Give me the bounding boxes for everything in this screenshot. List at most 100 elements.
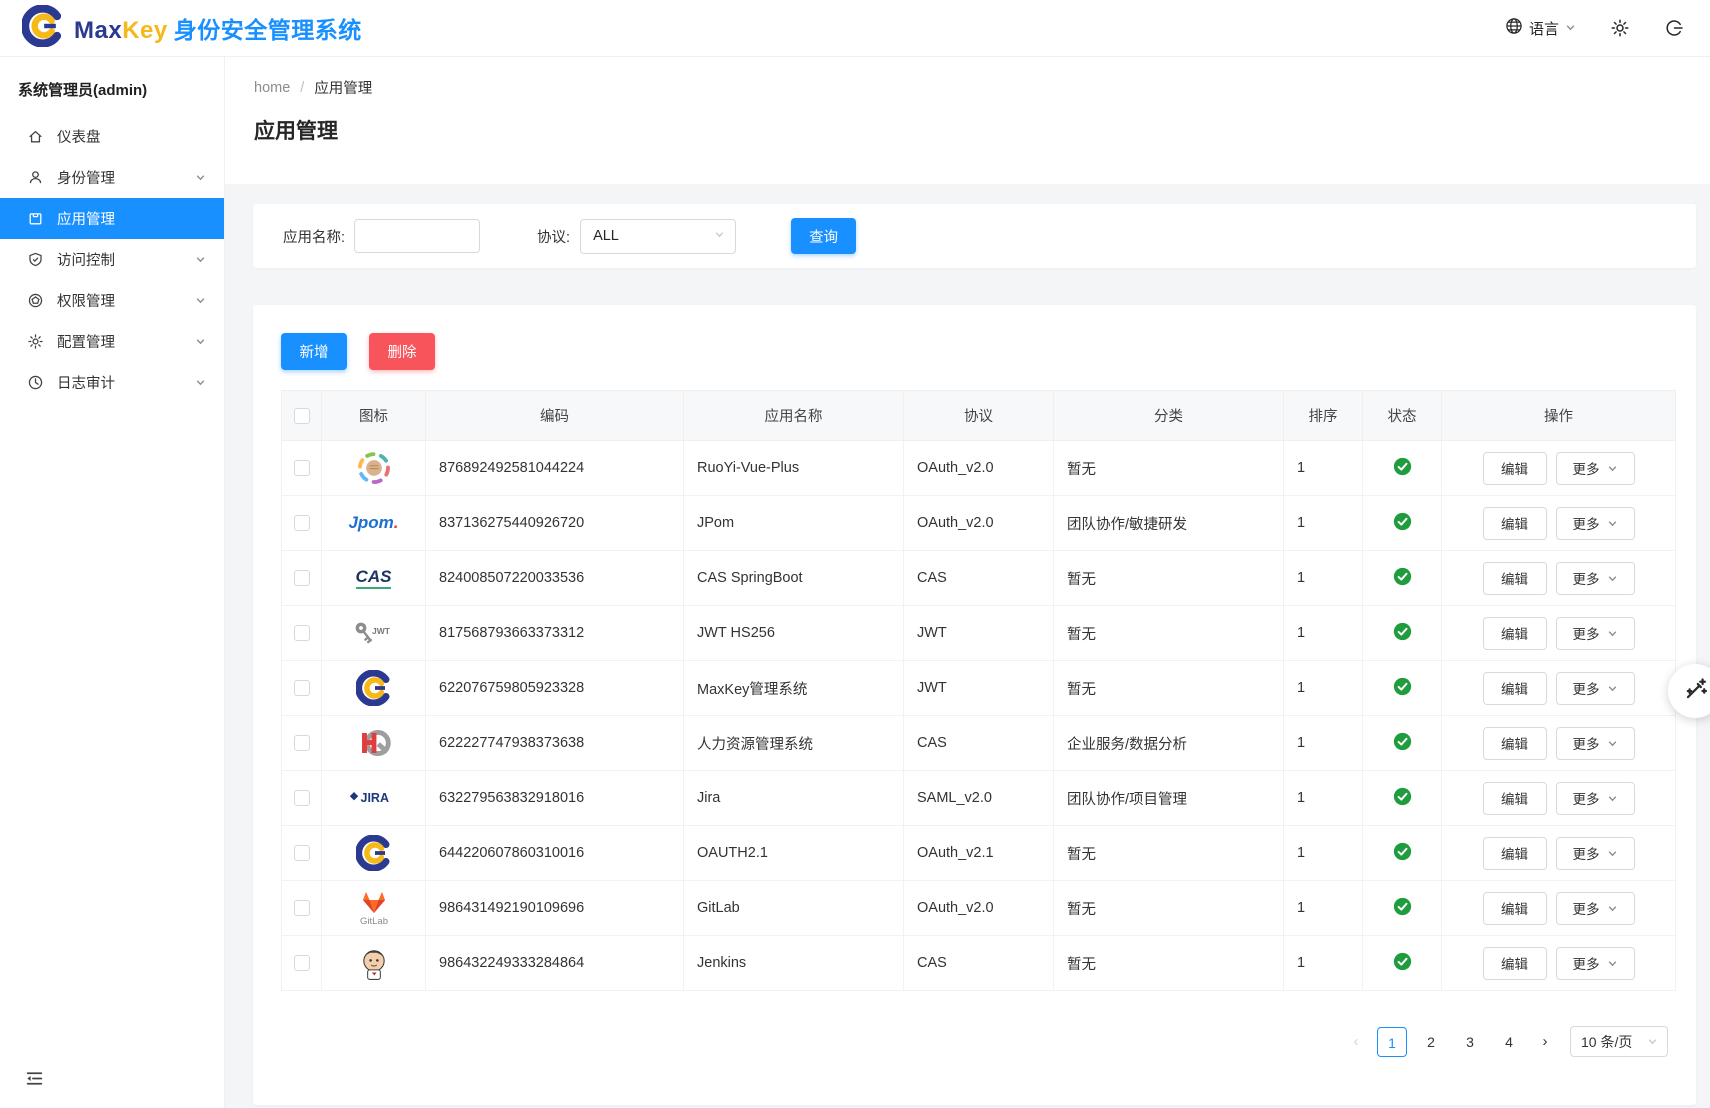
app-status bbox=[1363, 716, 1442, 771]
more-button[interactable]: 更多 bbox=[1556, 837, 1635, 870]
chevron-right-icon[interactable]: › bbox=[1533, 1033, 1557, 1050]
more-button[interactable]: 更多 bbox=[1556, 507, 1635, 540]
row-actions-cell: 编辑更多 bbox=[1442, 716, 1676, 771]
page-size-select[interactable]: 10 条/页 bbox=[1570, 1026, 1668, 1057]
app-status bbox=[1363, 551, 1442, 606]
edit-button[interactable]: 编辑 bbox=[1483, 562, 1547, 595]
app-name-input[interactable] bbox=[354, 219, 480, 253]
edit-button[interactable]: 编辑 bbox=[1483, 727, 1547, 760]
app-sort: 1 bbox=[1284, 496, 1363, 551]
row-checkbox[interactable] bbox=[294, 845, 310, 861]
sidebar-item-日志审计[interactable]: 日志审计 bbox=[0, 362, 224, 403]
page-3[interactable]: 3 bbox=[1455, 1027, 1485, 1057]
more-button[interactable]: 更多 bbox=[1556, 617, 1635, 650]
app-code: 644220607860310016 bbox=[426, 826, 684, 881]
settings-gear-icon[interactable] bbox=[1610, 18, 1630, 38]
add-button[interactable]: 新增 bbox=[281, 333, 347, 370]
check-circle-icon bbox=[1393, 519, 1412, 535]
app-name: RuoYi-Vue-Plus bbox=[684, 441, 904, 496]
more-button[interactable]: 更多 bbox=[1556, 672, 1635, 705]
more-button[interactable]: 更多 bbox=[1556, 892, 1635, 925]
page-2[interactable]: 2 bbox=[1416, 1027, 1446, 1057]
app-code: 622227747938373638 bbox=[426, 716, 684, 771]
audit-icon bbox=[27, 374, 44, 391]
row-select-cell bbox=[282, 716, 322, 771]
row-checkbox[interactable] bbox=[294, 515, 310, 531]
app-icon-cell: JIRA bbox=[322, 771, 426, 826]
check-circle-icon bbox=[1393, 684, 1412, 700]
row-select-cell bbox=[282, 881, 322, 936]
more-button[interactable]: 更多 bbox=[1556, 727, 1635, 760]
row-checkbox[interactable] bbox=[294, 790, 310, 806]
app-icon-cell bbox=[322, 661, 426, 716]
app-icon-cell bbox=[322, 826, 426, 881]
protocol-select[interactable]: ALL bbox=[580, 219, 736, 254]
ruoyi-logo bbox=[322, 450, 425, 486]
edit-button[interactable]: 编辑 bbox=[1483, 892, 1547, 925]
edit-button[interactable]: 编辑 bbox=[1483, 672, 1547, 705]
app-icon-cell bbox=[322, 716, 426, 771]
chevron-down-icon bbox=[195, 172, 206, 183]
sidebar-item-访问控制[interactable]: 访问控制 bbox=[0, 239, 224, 280]
check-circle-icon bbox=[1393, 464, 1412, 480]
delete-button[interactable]: 删除 bbox=[369, 333, 435, 370]
sidebar-item-配置管理[interactable]: 配置管理 bbox=[0, 321, 224, 362]
edit-button[interactable]: 编辑 bbox=[1483, 782, 1547, 815]
search-button[interactable]: 查询 bbox=[791, 218, 856, 254]
language-switcher[interactable]: 语言 bbox=[1505, 17, 1576, 39]
edit-button[interactable]: 编辑 bbox=[1483, 837, 1547, 870]
jenkins-logo bbox=[322, 945, 425, 981]
table-toolbar: 新增 删除 bbox=[281, 333, 1668, 370]
chevron-left-icon[interactable]: ‹ bbox=[1344, 1033, 1368, 1050]
edit-button[interactable]: 编辑 bbox=[1483, 507, 1547, 540]
table-card: 新增 删除 图标编码应用名称协议分类排序状态操作 876892492581044… bbox=[253, 305, 1696, 1105]
sidebar-item-仪表盘[interactable]: 仪表盘 bbox=[0, 116, 224, 157]
more-button[interactable]: 更多 bbox=[1556, 452, 1635, 485]
sidebar-item-身份管理[interactable]: 身份管理 bbox=[0, 157, 224, 198]
page-4[interactable]: 4 bbox=[1494, 1027, 1524, 1057]
edit-button[interactable]: 编辑 bbox=[1483, 617, 1547, 650]
logout-icon[interactable] bbox=[1664, 18, 1684, 38]
app-name: Jenkins bbox=[684, 936, 904, 991]
language-label: 语言 bbox=[1529, 18, 1559, 39]
sidebar-item-label: 配置管理 bbox=[57, 331, 115, 352]
sidebar-item-权限管理[interactable]: 权限管理 bbox=[0, 280, 224, 321]
brand-key: Key bbox=[122, 17, 168, 44]
app-sort: 1 bbox=[1284, 936, 1363, 991]
row-checkbox[interactable] bbox=[294, 625, 310, 641]
edit-button[interactable]: 编辑 bbox=[1483, 947, 1547, 980]
app-category: 暂无 bbox=[1054, 826, 1284, 881]
row-actions-cell: 编辑更多 bbox=[1442, 606, 1676, 661]
app-status bbox=[1363, 881, 1442, 936]
column-header-协议: 协议 bbox=[904, 391, 1054, 441]
table-row: 644220607860310016OAUTH2.1OAuth_v2.1暂无1编… bbox=[282, 826, 1676, 881]
select-all-checkbox[interactable] bbox=[294, 408, 310, 424]
current-user: 系统管理员(admin) bbox=[0, 57, 224, 110]
more-button[interactable]: 更多 bbox=[1556, 782, 1635, 815]
column-header-图标: 图标 bbox=[322, 391, 426, 441]
breadcrumb-home[interactable]: home bbox=[254, 80, 290, 96]
menu-fold-icon[interactable] bbox=[24, 1068, 45, 1094]
page-1[interactable]: 1 bbox=[1377, 1027, 1407, 1057]
more-button[interactable]: 更多 bbox=[1556, 562, 1635, 595]
hr-logo bbox=[322, 725, 425, 761]
edit-button[interactable]: 编辑 bbox=[1483, 452, 1547, 485]
row-checkbox[interactable] bbox=[294, 460, 310, 476]
more-button[interactable]: 更多 bbox=[1556, 947, 1635, 980]
app-code: 986431492190109696 bbox=[426, 881, 684, 936]
applications-table: 图标编码应用名称协议分类排序状态操作 876892492581044224Ruo… bbox=[281, 390, 1676, 991]
dashboard-icon bbox=[27, 128, 44, 145]
row-checkbox[interactable] bbox=[294, 570, 310, 586]
row-checkbox[interactable] bbox=[294, 900, 310, 916]
sidebar-menu: 仪表盘身份管理应用管理访问控制权限管理配置管理日志审计 bbox=[0, 116, 224, 403]
maxkey-logo bbox=[322, 835, 425, 871]
sidebar-item-应用管理[interactable]: 应用管理 bbox=[0, 198, 224, 239]
chevron-down-icon bbox=[195, 295, 206, 306]
row-checkbox[interactable] bbox=[294, 680, 310, 696]
protocol-select-value: ALL bbox=[593, 228, 619, 244]
row-checkbox[interactable] bbox=[294, 955, 310, 971]
check-circle-icon bbox=[1393, 959, 1412, 975]
row-checkbox[interactable] bbox=[294, 735, 310, 751]
app-name-label: 应用名称: bbox=[283, 226, 345, 247]
row-actions-cell: 编辑更多 bbox=[1442, 881, 1676, 936]
